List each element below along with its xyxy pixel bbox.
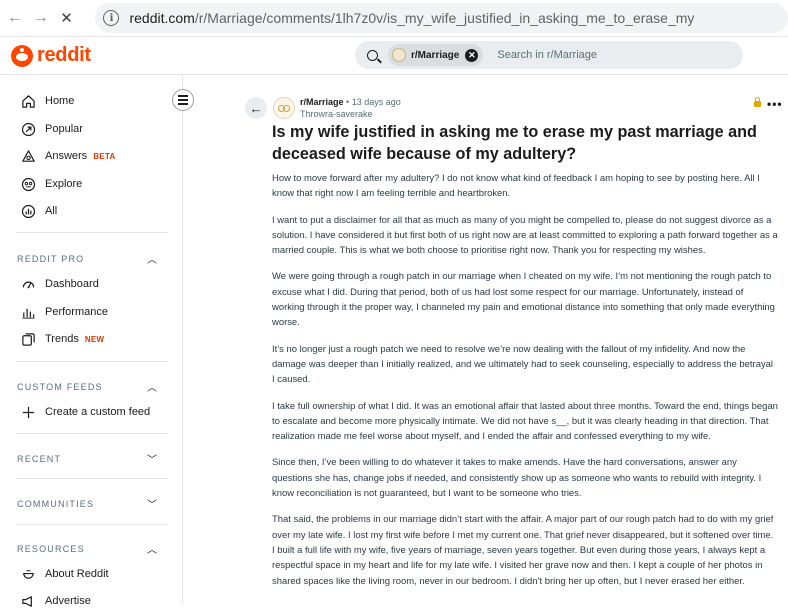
post-title: Is my wife justified in asking me to era… — [272, 123, 757, 163]
sidebar-item-create-custom-feed[interactable]: Create a custom feed — [20, 404, 150, 420]
sidebar-divider — [16, 478, 168, 479]
chevron-down-icon[interactable]: ﹀ — [147, 451, 157, 466]
forward-arrow-icon[interactable]: → — [30, 7, 52, 29]
sidebar-divider — [16, 361, 168, 362]
chevron-up-icon[interactable]: ︿ — [147, 379, 157, 394]
sidebar-item-label: Home — [45, 95, 75, 107]
sidebar-divider — [16, 433, 168, 434]
search-input[interactable]: Search in r/Marriage — [497, 49, 597, 61]
browser-toolbar: ← → ✕ i reddit.com/r/Marriage/comments/1… — [0, 0, 788, 37]
site-info-icon[interactable]: i — [103, 10, 120, 26]
beta-badge: BETA — [93, 151, 116, 161]
section-heading: RECENT — [17, 453, 62, 464]
recent-section-header[interactable]: RECENT ﹀ — [17, 451, 157, 467]
reddit-pro-section-header[interactable]: REDDIT PRO ︿ — [17, 251, 157, 267]
sidebar-item-label: Answers — [45, 150, 88, 162]
post-paragraph: I want to put a disclaimer for all that … — [272, 214, 778, 257]
plus-icon — [20, 404, 36, 420]
stop-loading-icon[interactable]: ✕ — [56, 7, 78, 29]
post-paragraph: That said, the problems in our marriage … — [272, 514, 774, 587]
arrow-left-icon: ← — [249, 100, 263, 116]
custom-feeds-section-header[interactable]: CUSTOM FEEDS ︿ — [17, 379, 157, 395]
about-icon — [20, 566, 36, 582]
sidebar-item-home[interactable]: Home — [20, 93, 74, 109]
collapse-sidebar-button[interactable] — [172, 89, 194, 111]
sidebar-item-label: Explore — [45, 178, 83, 190]
reddit-snoo-icon — [11, 44, 33, 67]
site-header: reddit r/Marriage ✕ Search in r/Marriage — [0, 37, 788, 75]
back-button[interactable]: ← — [245, 97, 267, 119]
post-meta: r/Marriage • 13 days ago Throwra-saverak… — [300, 97, 401, 119]
url-path: /r/Marriage/comments/1lh7z0v/is_my_wife_… — [194, 10, 695, 26]
answers-icon — [20, 148, 36, 164]
advertise-icon — [20, 593, 36, 609]
address-bar[interactable]: i reddit.com/r/Marriage/comments/1lh7z0v… — [95, 3, 788, 33]
subreddit-avatar — [392, 48, 406, 62]
post-body: How to move forward after my adultery? I… — [272, 171, 778, 600]
sidebar-item-label: Dashboard — [45, 278, 99, 290]
post-paragraph: Since then, I’ve been willing to do what… — [272, 457, 762, 500]
sidebar-item-label: Advertise — [45, 595, 91, 607]
sidebar-item-answers[interactable]: Answers BETA — [20, 148, 116, 164]
chip-label: r/Marriage — [411, 49, 460, 61]
section-heading: REDDIT PRO — [17, 253, 85, 264]
popular-icon — [20, 121, 36, 137]
sidebar-item-advertise[interactable]: Advertise — [20, 593, 91, 609]
sidebar-item-trends[interactable]: Trends NEW — [20, 331, 104, 347]
communities-section-header[interactable]: COMMUNITIES ﹀ — [17, 496, 157, 512]
post-paragraph: How to move forward after my adultery? I… — [272, 173, 760, 200]
dashboard-icon — [20, 276, 36, 292]
chevron-up-icon[interactable]: ︿ — [147, 541, 157, 556]
post-paragraph: I take full ownership of what I did. It … — [272, 400, 778, 443]
section-heading: CUSTOM FEEDS — [17, 381, 103, 392]
url-host: reddit.com — [129, 10, 195, 26]
section-heading: RESOURCES — [17, 543, 85, 554]
sidebar-item-label: Trends — [45, 333, 79, 345]
sidebar-item-all[interactable]: All — [20, 203, 57, 219]
sidebar-divider — [16, 524, 168, 525]
sidebar-divider — [16, 232, 168, 233]
sidebar-item-performance[interactable]: Performance — [20, 304, 108, 320]
back-arrow-icon[interactable]: ← — [4, 7, 26, 29]
post-time: 13 days ago — [351, 97, 401, 107]
home-icon — [20, 93, 36, 109]
resources-section-header[interactable]: RESOURCES ︿ — [17, 541, 157, 557]
sidebar-item-label: Popular — [45, 123, 83, 135]
remove-chip-icon[interactable]: ✕ — [465, 48, 479, 62]
all-icon — [20, 203, 36, 219]
search-icon — [367, 49, 378, 61]
search-bar[interactable]: r/Marriage ✕ Search in r/Marriage — [355, 41, 743, 69]
subreddit-search-chip[interactable]: r/Marriage ✕ — [388, 44, 484, 66]
reddit-logo[interactable]: reddit — [11, 44, 91, 67]
sidebar-item-popular[interactable]: Popular — [20, 121, 83, 137]
explore-icon — [20, 176, 36, 192]
author-link[interactable]: Throwra-saverake — [300, 109, 401, 119]
section-heading: COMMUNITIES — [17, 498, 95, 509]
chevron-down-icon[interactable]: ﹀ — [147, 496, 157, 511]
sidebar-item-label: Create a custom feed — [45, 406, 151, 418]
sidebar-item-about-reddit[interactable]: About Reddit — [20, 566, 109, 582]
sidebar-item-explore[interactable]: Explore — [20, 176, 82, 192]
new-badge: NEW — [84, 334, 105, 344]
chevron-up-icon[interactable]: ︿ — [147, 251, 157, 266]
trends-icon — [20, 331, 36, 347]
lock-icon — [754, 97, 761, 107]
subreddit-link[interactable]: r/Marriage — [300, 97, 344, 107]
post-paragraph: It’s no longer just a rough patch we nee… — [272, 343, 774, 386]
sidebar-item-label: All — [45, 205, 58, 217]
post-paragraph: We were going through a rough patch in o… — [272, 271, 775, 329]
sidebar-item-dashboard[interactable]: Dashboard — [20, 276, 99, 292]
sidebar-item-label: About Reddit — [45, 568, 109, 580]
performance-icon — [20, 304, 36, 320]
subreddit-avatar[interactable] — [273, 97, 295, 119]
sidebar-item-label: Performance — [45, 306, 108, 318]
logo-text: reddit — [37, 44, 91, 66]
more-options-icon[interactable]: ••• — [767, 97, 783, 111]
